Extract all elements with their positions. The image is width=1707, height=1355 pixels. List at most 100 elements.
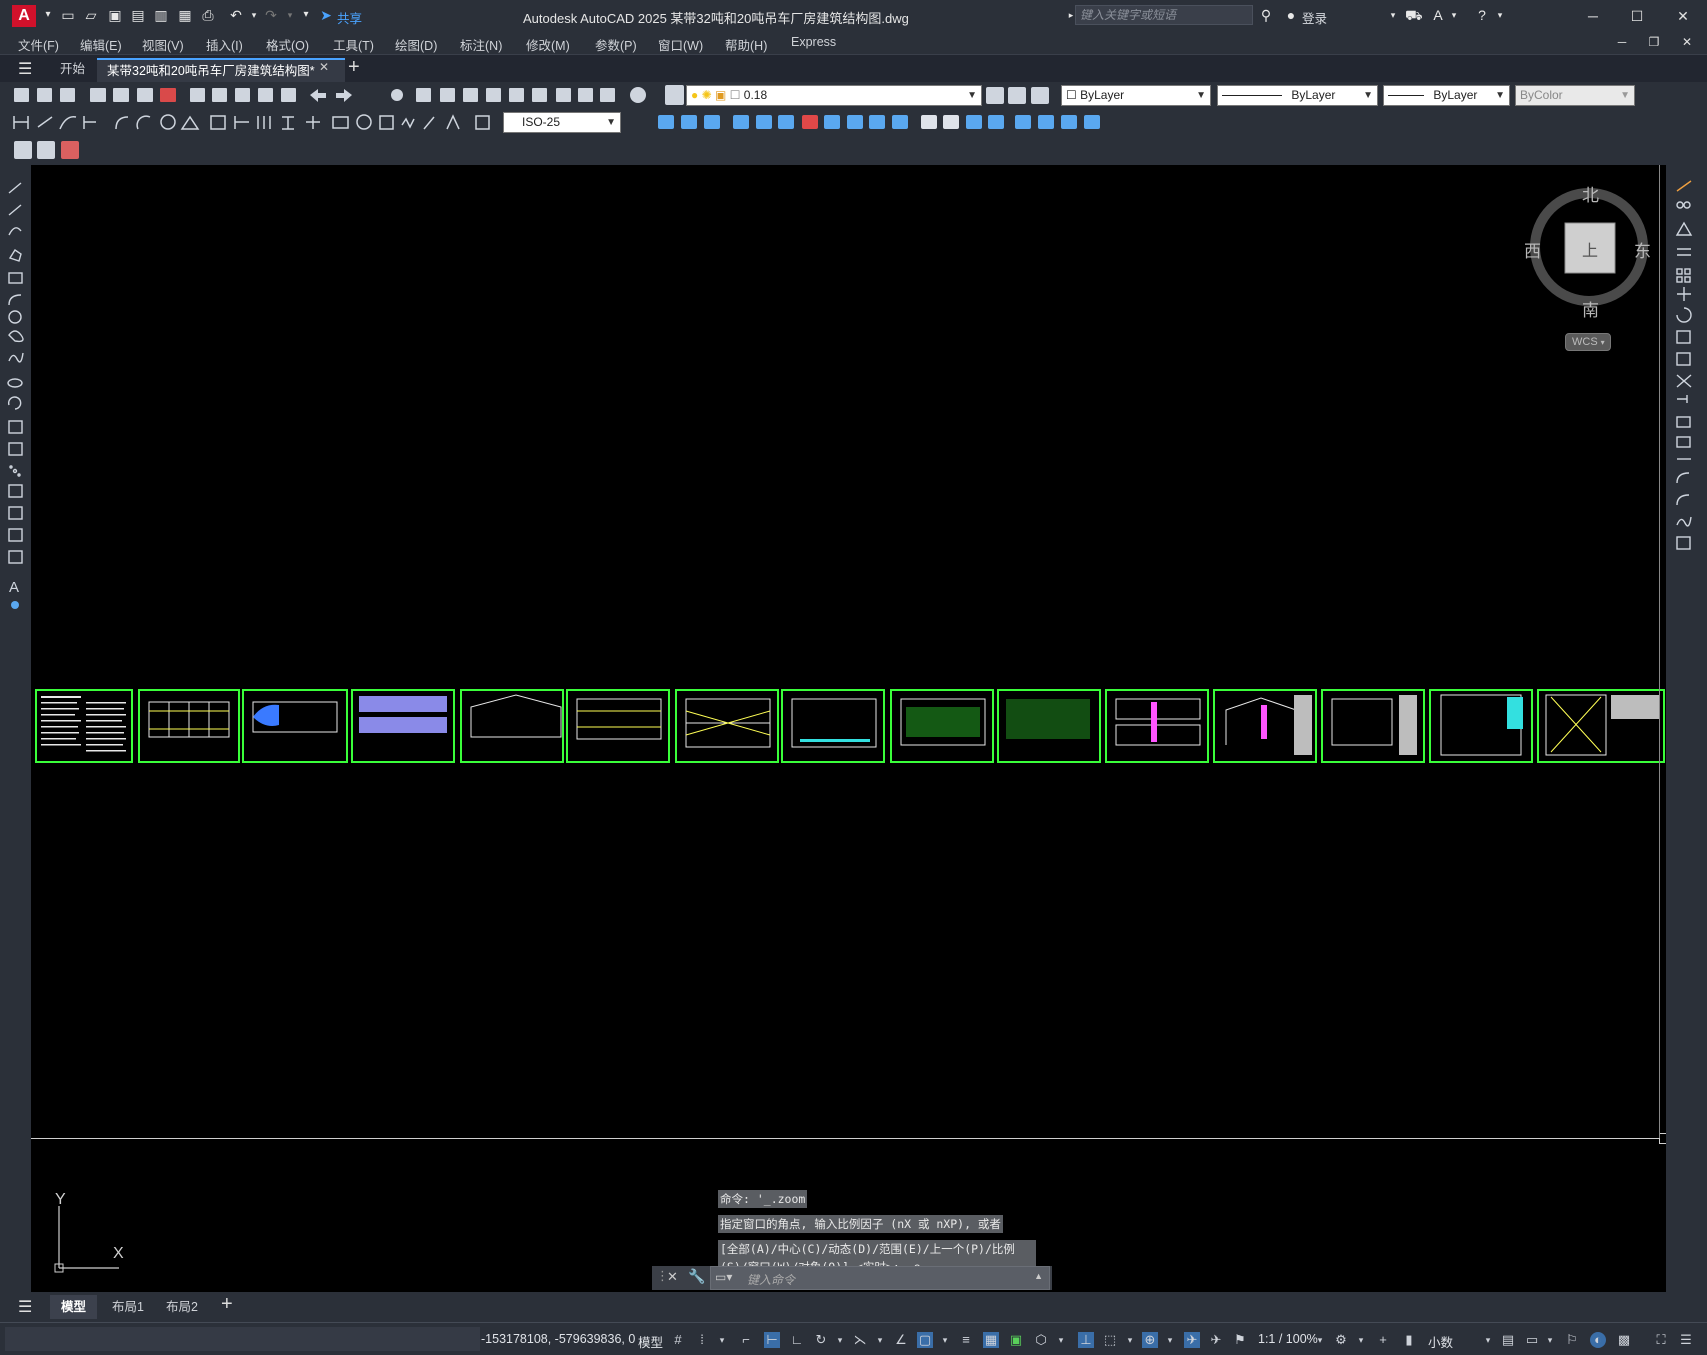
- modify-toolbar-icons[interactable]: [625, 109, 1105, 136]
- linetype-dropdown-arrow-icon[interactable]: ▼: [1363, 86, 1373, 105]
- command-recent-icon[interactable]: ▲: [1034, 1271, 1043, 1281]
- share-icon[interactable]: ➤: [318, 7, 334, 23]
- ortho-icon[interactable]: ∟: [789, 1332, 805, 1348]
- object-snap-dropdown-icon[interactable]: ▾: [937, 1332, 953, 1348]
- dimstyle-dropdown[interactable]: ISO-25 ▼: [503, 112, 621, 133]
- viewcube-east[interactable]: 东: [1634, 237, 1651, 262]
- plotstyle-dropdown[interactable]: ByColor ▼: [1515, 85, 1635, 106]
- edit-attribute-icon[interactable]: [14, 141, 32, 159]
- maximize-window-icon[interactable]: ☐: [1627, 6, 1647, 26]
- make-current-layer-icon[interactable]: [986, 87, 1004, 104]
- logo-menu-chevron-icon[interactable]: ▾: [40, 7, 56, 23]
- selection-filter-icon[interactable]: ⬚: [1102, 1332, 1118, 1348]
- viewcube-south[interactable]: 南: [1582, 296, 1599, 321]
- tab-start[interactable]: 开始: [50, 58, 95, 82]
- undo-dropdown-icon[interactable]: ▾: [246, 7, 262, 23]
- doc-restore-icon[interactable]: ❐: [1644, 32, 1664, 52]
- isolate-objects-icon[interactable]: ⚐: [1564, 1332, 1580, 1348]
- menu-insert[interactable]: 插入(I): [206, 35, 243, 54]
- help-dropdown-icon[interactable]: ▾: [1492, 7, 1508, 23]
- tab-document[interactable]: 某带32吨和20吨吊车厂房建筑结构图*: [97, 58, 345, 82]
- fullscreen-icon[interactable]: ⛶: [1653, 1332, 1669, 1348]
- menu-draw[interactable]: 绘图(D): [395, 35, 437, 54]
- transparency-icon[interactable]: ▦: [983, 1332, 999, 1348]
- hamburger-menu-icon[interactable]: ☰: [18, 59, 32, 79]
- isodraft-icon[interactable]: ⋋: [852, 1332, 868, 1348]
- cart-icon[interactable]: ⛟: [1405, 7, 1423, 23]
- layer-dropdown[interactable]: ● ✺ ▣ ☐ 0.18 ▼: [686, 85, 982, 106]
- polar-dropdown-icon[interactable]: ▾: [832, 1332, 848, 1348]
- 3d-osnap-dropdown-icon[interactable]: ▾: [1053, 1332, 1069, 1348]
- layer-properties-icon[interactable]: [665, 85, 684, 105]
- layout-menu-icon[interactable]: ☰: [18, 1297, 32, 1317]
- customize-quick-access-icon[interactable]: ▾: [298, 7, 314, 23]
- annotation-monitor-icon[interactable]: +: [1375, 1332, 1391, 1348]
- wcs-menu[interactable]: WCS ▾: [1565, 333, 1611, 351]
- new-file-icon[interactable]: ▭: [60, 7, 76, 23]
- minimize-window-icon[interactable]: ─: [1583, 6, 1603, 26]
- grip-handle[interactable]: [1659, 1133, 1666, 1144]
- drawing-sheets[interactable]: [31, 687, 1666, 777]
- block-attribute-icon[interactable]: [37, 141, 55, 159]
- dynamic-input-icon[interactable]: ⊢: [764, 1332, 780, 1348]
- menu-view[interactable]: 视图(V): [142, 35, 184, 54]
- coordinates-readout[interactable]: -153178108, -579639836, 0: [481, 1332, 635, 1346]
- autocad-logo-icon[interactable]: A: [12, 5, 36, 27]
- dimension-toolbar-icons[interactable]: [0, 109, 505, 136]
- model-space-toggle[interactable]: 模型: [638, 1332, 663, 1351]
- publish-icon[interactable]: ▦: [177, 7, 193, 23]
- viewcube-top-face[interactable]: 上: [1582, 237, 1598, 261]
- menu-window[interactable]: 窗口(W): [658, 35, 703, 54]
- menu-help[interactable]: 帮助(H): [725, 35, 767, 54]
- menu-parametric[interactable]: 参数(P): [595, 35, 637, 54]
- layer-previous-icon[interactable]: [1008, 87, 1026, 104]
- command-close-icon[interactable]: ✕: [667, 1269, 678, 1285]
- add-layout-icon[interactable]: +: [221, 1293, 233, 1316]
- menu-express[interactable]: Express: [791, 35, 836, 49]
- menu-modify[interactable]: 修改(M): [526, 35, 570, 54]
- attribute-manager-icon[interactable]: [61, 141, 79, 159]
- doc-close-icon[interactable]: ✕: [1677, 32, 1697, 52]
- help-icon[interactable]: ?: [1474, 7, 1490, 23]
- login-dropdown-icon[interactable]: ▾: [1385, 7, 1401, 23]
- doc-minimize-icon[interactable]: ─: [1612, 32, 1632, 52]
- units-dropdown-icon[interactable]: ▾: [1480, 1332, 1496, 1348]
- viewcube-west[interactable]: 西: [1524, 237, 1541, 262]
- standard-toolbar-icons[interactable]: [0, 82, 660, 109]
- linetype-dropdown[interactable]: ByLayer ▼: [1217, 85, 1378, 106]
- polar-tracking-icon[interactable]: ↻: [813, 1332, 829, 1348]
- undo-icon[interactable]: ↶: [228, 7, 244, 23]
- layer-state-icon[interactable]: [1031, 87, 1049, 104]
- customization-menu-icon[interactable]: ☰: [1678, 1332, 1694, 1348]
- drawing-canvas[interactable]: 北 南 东 西 上 WCS ▾ Y X: [31, 165, 1666, 1292]
- snap-icon[interactable]: ⁞: [694, 1332, 710, 1348]
- quick-properties-icon[interactable]: ▤: [1500, 1332, 1516, 1348]
- grid-icon[interactable]: #: [670, 1332, 686, 1348]
- units-value[interactable]: 小数: [1428, 1332, 1453, 1351]
- command-input[interactable]: ▭▾ 键入命令 ▲: [710, 1266, 1050, 1290]
- viewcube-north[interactable]: 北: [1582, 181, 1599, 206]
- menu-edit[interactable]: 编辑(E): [80, 35, 122, 54]
- layer-on-bulb-icon[interactable]: ●: [691, 88, 698, 102]
- gizmo-icon[interactable]: ⊕: [1142, 1332, 1158, 1348]
- units-icon[interactable]: ▮: [1401, 1332, 1417, 1348]
- auto-scale-icon[interactable]: ✈: [1208, 1332, 1224, 1348]
- search-input[interactable]: 键入关键字或短语: [1075, 5, 1253, 25]
- selection-filter-dropdown-icon[interactable]: ▾: [1122, 1332, 1138, 1348]
- new-tab-icon[interactable]: +: [348, 56, 360, 79]
- object-snap-tracking-icon[interactable]: ∠: [893, 1332, 909, 1348]
- annotation-scale-icon[interactable]: ⚑: [1232, 1332, 1248, 1348]
- lineweight-dropdown[interactable]: ByLayer ▼: [1383, 85, 1510, 106]
- search-icon[interactable]: ⚲: [1258, 7, 1274, 23]
- lock-ui-dropdown-icon[interactable]: ▾: [1542, 1332, 1558, 1348]
- menu-file[interactable]: 文件(F): [18, 35, 59, 54]
- annotation-visibility-icon[interactable]: ✈: [1184, 1332, 1200, 1348]
- object-snap-icon[interactable]: ▢: [917, 1332, 933, 1348]
- account-dropdown-icon[interactable]: ▾: [1446, 7, 1462, 23]
- isodraft-dropdown-icon[interactable]: ▾: [872, 1332, 888, 1348]
- gizmo-dropdown-icon[interactable]: ▾: [1162, 1332, 1178, 1348]
- dynamic-ucs-icon[interactable]: ⊥: [1078, 1332, 1094, 1348]
- web-save-icon[interactable]: ▥: [153, 7, 169, 23]
- color-dropdown[interactable]: ☐ ByLayer ▼: [1061, 85, 1211, 106]
- tab-layout2[interactable]: 布局2: [157, 1295, 207, 1319]
